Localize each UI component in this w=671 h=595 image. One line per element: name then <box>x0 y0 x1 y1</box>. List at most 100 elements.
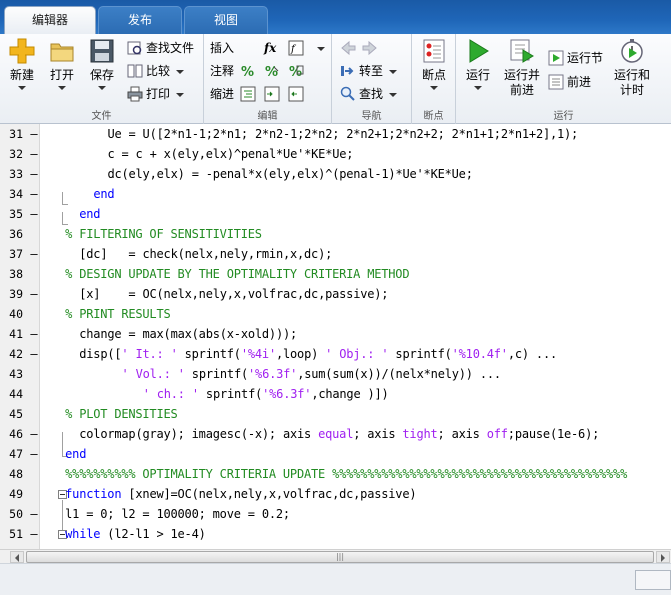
insert-function-button[interactable]: f <box>288 38 325 58</box>
chevron-down-icon <box>389 92 398 97</box>
breakpoint-marker[interactable]: – <box>29 324 39 344</box>
forward-arrow-icon <box>362 40 378 56</box>
line-number: 47 <box>9 447 23 461</box>
find-files-button[interactable]: 查找文件 <box>127 38 194 58</box>
advance-icon <box>548 74 564 90</box>
code-line[interactable]: 46– colormap(gray); imagesc(-x); axis equ… <box>0 424 671 444</box>
code-text: while (l2-l1 > 1e-4) <box>65 527 206 541</box>
tab-editor[interactable]: 编辑器 <box>4 6 96 34</box>
breakpoint-marker[interactable]: – <box>29 144 39 164</box>
code-line[interactable]: 43 ' Vol.: ' sprintf('%6.3f',sum(sum(x))/… <box>0 364 671 384</box>
breakpoint-marker[interactable]: – <box>29 504 39 524</box>
run-group-label: 运行 <box>553 111 574 122</box>
breakpoint-marker[interactable]: – <box>29 124 39 144</box>
uncomment-button[interactable]: % <box>264 61 283 81</box>
chevron-down-icon <box>474 86 482 90</box>
code-line[interactable]: 44 ' ch.: ' sprintf('%6.3f',change )]) <box>0 384 671 404</box>
floppy-icon <box>89 38 115 64</box>
code-line[interactable]: 47– end <box>0 444 671 464</box>
percent-comment-button[interactable]: % <box>240 61 259 81</box>
run-button[interactable]: 运行 <box>458 38 498 90</box>
chevron-down-icon <box>58 86 66 90</box>
code-line[interactable]: 48 %%%%%%%%%% OPTIMALITY CRITERIA UPDATE … <box>0 464 671 484</box>
line-number: 37 <box>9 247 23 261</box>
increase-indent-button[interactable] <box>264 84 283 104</box>
code-line[interactable]: 35– end <box>0 204 671 224</box>
status-bar <box>0 563 671 595</box>
forward-button[interactable] <box>362 38 381 58</box>
breakpoints-button[interactable]: 断点 <box>414 38 454 90</box>
fx-button[interactable]: fx <box>264 38 276 58</box>
insert-button[interactable]: 插入 <box>210 38 234 58</box>
percent-icon: % <box>240 63 256 80</box>
run-and-advance-button[interactable]: 运行并 前进 <box>502 38 542 98</box>
breakpoint-marker[interactable]: – <box>29 164 39 184</box>
run-advance-icon <box>509 38 535 64</box>
tab-publish[interactable]: 发布 <box>98 6 182 34</box>
code-line[interactable]: 45 % PLOT DENSITIES <box>0 404 671 424</box>
chevron-down-icon <box>176 92 185 97</box>
breakpoints-group-label: 断点 <box>423 111 444 122</box>
chevron-down-icon <box>389 69 398 74</box>
status-cell <box>635 570 671 590</box>
decrease-indent-button[interactable] <box>288 84 307 104</box>
code-line[interactable]: 32– c = c + x(ely,elx)^penal*Ue'*KE*Ue; <box>0 144 671 164</box>
edit-group-label: 编辑 <box>257 111 278 122</box>
run-section-button[interactable]: 运行节 <box>548 48 603 68</box>
new-button[interactable]: 新建 <box>2 38 42 90</box>
smart-indent-button[interactable] <box>240 84 259 104</box>
code-line[interactable]: 39– [x] = OC(nelx,nely,x,volfrac,dc,passi… <box>0 284 671 304</box>
svg-text:%: % <box>289 65 302 79</box>
breakpoint-marker[interactable]: – <box>29 204 39 224</box>
code-text: ' Vol.: ' sprintf('%6.3f',sum(sum(x))/(n… <box>121 367 502 381</box>
line-number: 50 <box>9 507 23 521</box>
scroll-right-button[interactable] <box>656 551 670 563</box>
back-button[interactable] <box>340 38 359 58</box>
code-line[interactable]: 37– [dc] = check(nelx,nely,rmin,x,dc); <box>0 244 671 264</box>
code-line[interactable]: 41– change = max(max(abs(x-xold))); <box>0 324 671 344</box>
edit-group: 插入 fx f 注释 % % % 缩进 编辑 <box>204 34 332 124</box>
print-button[interactable]: 打印 <box>127 84 185 104</box>
code-line[interactable]: 40 % PRINT RESULTS <box>0 304 671 324</box>
compare-button[interactable]: 比较 <box>127 61 185 81</box>
wrap-comments-button[interactable]: % <box>288 61 307 81</box>
line-number: 44 <box>9 387 23 401</box>
indent-button[interactable]: 缩进 <box>210 84 234 104</box>
horizontal-scrollbar[interactable]: ||| <box>0 549 671 563</box>
back-arrow-icon <box>340 40 356 56</box>
navigate-group-label: 导航 <box>361 111 382 122</box>
breakpoint-marker[interactable]: – <box>29 444 39 464</box>
scrollbar-thumb[interactable]: ||| <box>26 551 654 563</box>
find-button[interactable]: 查找 <box>340 84 398 104</box>
breakpoint-marker[interactable]: – <box>29 524 39 544</box>
line-number: 33 <box>9 167 23 181</box>
code-line[interactable]: 51– while (l2-l1 > 1e-4) <box>0 524 671 544</box>
line-number: 48 <box>9 467 23 481</box>
save-button[interactable]: 保存 <box>82 38 122 90</box>
run-and-time-button[interactable]: 运行和 计时 <box>612 38 652 98</box>
breakpoint-marker[interactable]: – <box>29 344 39 364</box>
code-line[interactable]: 50– l1 = 0; l2 = 100000; move = 0.2; <box>0 504 671 524</box>
increase-indent-icon <box>264 86 280 102</box>
goto-button[interactable]: 转至 <box>340 61 398 81</box>
code-text: colormap(gray); imagesc(-x); axis equal;… <box>79 427 600 441</box>
code-line[interactable]: 33– dc(ely,elx) = -penal*x(ely,elx)^(pena… <box>0 164 671 184</box>
code-editor[interactable]: 31– Ue = U([2*n1-1;2*n1; 2*n2-1;2*n2; 2*n… <box>0 124 671 549</box>
code-line[interactable]: 42– disp([' It.: ' sprintf('%4i',loop) ' … <box>0 344 671 364</box>
ribbon: 新建 打开 保存 查找文件 比较 打印 文件 插入 fx f 注释 % % % … <box>0 34 671 124</box>
breakpoint-marker[interactable]: – <box>29 184 39 204</box>
code-line[interactable]: 31– Ue = U([2*n1-1;2*n1; 2*n2-1;2*n2; 2*n… <box>0 124 671 144</box>
tab-view[interactable]: 视图 <box>184 6 268 34</box>
scroll-left-button[interactable] <box>10 551 24 563</box>
open-button[interactable]: 打开 <box>42 38 82 90</box>
code-line[interactable]: 38 % DESIGN UPDATE BY THE OPTIMALITY CRIT… <box>0 264 671 284</box>
code-line[interactable]: 34– end <box>0 184 671 204</box>
advance-button[interactable]: 前进 <box>548 72 591 92</box>
breakpoint-marker[interactable]: – <box>29 424 39 444</box>
breakpoint-marker[interactable]: – <box>29 284 39 304</box>
code-line[interactable]: 36 % FILTERING OF SENSITIVITIES <box>0 224 671 244</box>
goto-arrow-icon <box>340 63 356 79</box>
comment-button[interactable]: 注释 <box>210 61 234 81</box>
breakpoint-marker[interactable]: – <box>29 244 39 264</box>
code-line[interactable]: 49 function [xnew]=OC(nelx,nely,x,volfrac… <box>0 484 671 504</box>
